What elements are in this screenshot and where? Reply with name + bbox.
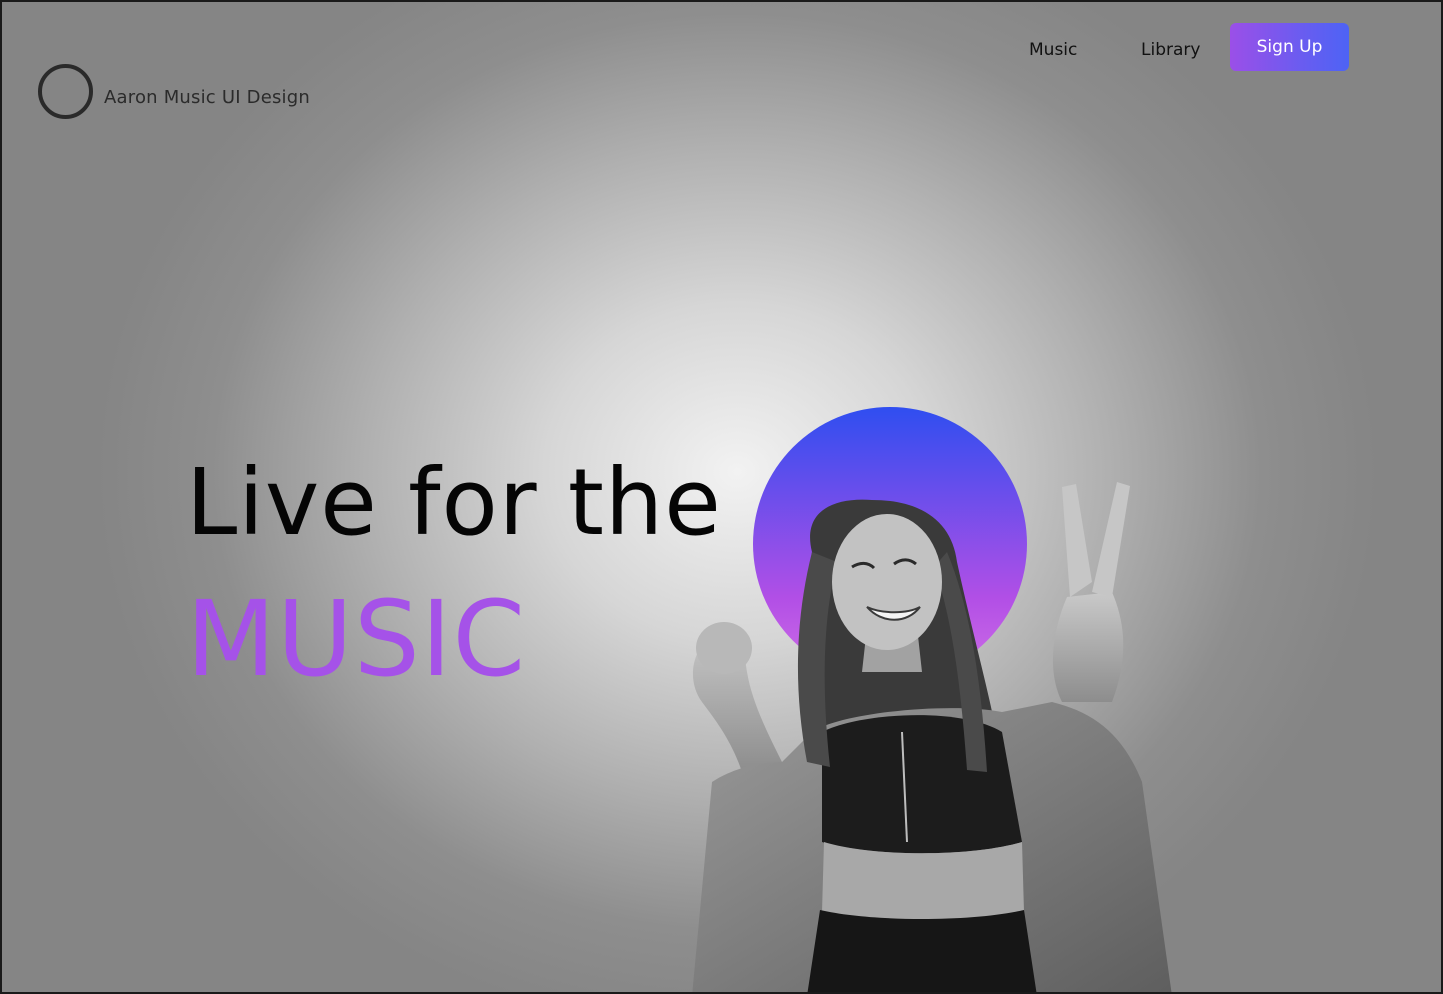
brand-name: Aaron Music UI Design <box>104 87 310 108</box>
pants <box>807 910 1037 992</box>
nav-link-library[interactable]: Library <box>1141 40 1200 60</box>
left-fist <box>696 622 752 674</box>
crop-top <box>822 715 1022 854</box>
sign-up-button[interactable]: Sign Up <box>1230 23 1349 71</box>
hero-photo <box>692 407 1172 992</box>
right-arm <box>1052 592 1124 702</box>
brand-logo[interactable]: Aaron Music UI Design <box>38 64 310 119</box>
hero-headline: Live for the <box>186 449 722 556</box>
landing-page: Aaron Music UI Design Music Library Sign… <box>0 0 1443 994</box>
nav-link-music[interactable]: Music <box>1029 40 1077 60</box>
face <box>832 514 942 650</box>
hero-headline-accent: MUSIC <box>186 578 527 700</box>
peace-fingers <box>1062 482 1130 597</box>
ring-logo-icon <box>38 64 93 119</box>
midriff <box>822 842 1024 920</box>
